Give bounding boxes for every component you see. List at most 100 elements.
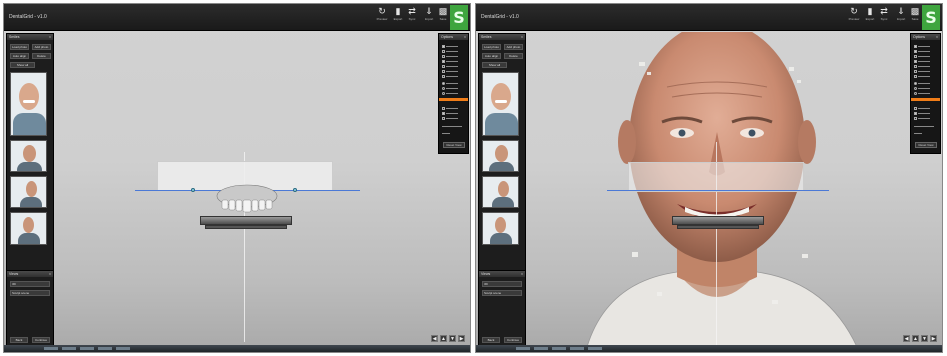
- taskbar-item[interactable]: [588, 347, 602, 350]
- check-show-measures[interactable]: [914, 116, 930, 120]
- bite-fork[interactable]: [672, 216, 764, 225]
- option-show-ruler[interactable]: [914, 69, 930, 73]
- taskbar-item[interactable]: [44, 347, 58, 350]
- option-show-planes[interactable]: [914, 59, 930, 63]
- check-show-landmarks[interactable]: [442, 106, 458, 110]
- option-lock-view[interactable]: [442, 74, 458, 78]
- 3d-viewport[interactable]: [55, 32, 435, 347]
- checkbox-icon: [442, 59, 445, 63]
- taskbar-item[interactable]: [516, 347, 530, 350]
- title-bar: DentalGrid - v1.0 ↻ Preview ▮ Export ⇄ S…: [476, 4, 942, 31]
- radio-midline[interactable]: [442, 86, 458, 90]
- photo-profile-right[interactable]: [10, 176, 47, 208]
- toolbar-sync-button[interactable]: ⇄ Sync: [404, 6, 420, 28]
- option-show-photo[interactable]: [914, 54, 930, 58]
- option-show-face-scan[interactable]: [442, 49, 458, 53]
- nav-up-icon[interactable]: ▲: [912, 335, 919, 342]
- close-icon[interactable]: x: [521, 34, 523, 40]
- toolbar-preview-button[interactable]: ↻ Preview: [846, 6, 862, 28]
- option-lock-view[interactable]: [914, 74, 930, 78]
- reset-view-button[interactable]: Reset View: [443, 142, 465, 148]
- photo-frontal-smile[interactable]: [10, 72, 47, 136]
- bite-fork[interactable]: [200, 216, 292, 225]
- sync-icon: ⇄: [408, 6, 416, 16]
- nav-down-icon[interactable]: ▼: [921, 335, 928, 342]
- app-logo[interactable]: S: [922, 5, 940, 30]
- close-icon[interactable]: x: [464, 34, 466, 40]
- add-photo-button[interactable]: Add photo: [32, 44, 51, 50]
- photo-profile-left[interactable]: [482, 212, 519, 245]
- toolbar-sync-button[interactable]: ⇄ Sync: [876, 6, 892, 28]
- taskbar-item[interactable]: [80, 347, 94, 350]
- view-3d-item[interactable]: 3D: [10, 281, 50, 287]
- toolbar-preview-button[interactable]: ↻ Preview: [374, 6, 390, 28]
- radio-occlusal-plane[interactable]: [914, 81, 930, 85]
- landmark-handle-left[interactable]: [191, 188, 195, 192]
- nav-right-icon[interactable]: ▶: [930, 335, 937, 342]
- reference-plane[interactable]: [628, 162, 804, 192]
- close-icon[interactable]: x: [49, 34, 51, 40]
- show-all-button[interactable]: Show all: [10, 62, 35, 68]
- opacity-slider[interactable]: [914, 124, 934, 128]
- nav-up-icon[interactable]: ▲: [440, 335, 447, 342]
- continue-button[interactable]: Continue: [504, 337, 522, 343]
- import-icon: ⇓: [425, 6, 433, 16]
- radio-smile-line[interactable]: [914, 91, 930, 95]
- reset-view-button[interactable]: Reset View: [915, 142, 937, 148]
- check-show-measures[interactable]: [442, 116, 458, 120]
- auto-align-button[interactable]: Auto align: [10, 53, 29, 59]
- auto-align-button[interactable]: Auto align: [482, 53, 501, 59]
- taskbar-item[interactable]: [534, 347, 548, 350]
- nav-down-icon[interactable]: ▼: [449, 335, 456, 342]
- load-photo-button[interactable]: Load photo: [10, 44, 29, 50]
- nav-left-icon[interactable]: ◀: [903, 335, 910, 342]
- view-3d-item[interactable]: 3D: [482, 281, 522, 287]
- option-show-dentition[interactable]: [442, 44, 458, 48]
- option-show-photo[interactable]: [442, 54, 458, 58]
- check-show-bite[interactable]: [914, 111, 930, 115]
- photo-frontal-rest[interactable]: [482, 140, 519, 172]
- nav-left-icon[interactable]: ◀: [431, 335, 438, 342]
- close-icon[interactable]: x: [521, 271, 523, 277]
- taskbar-item[interactable]: [98, 347, 112, 350]
- option-show-planes[interactable]: [442, 59, 458, 63]
- photo-frontal-rest[interactable]: [10, 140, 47, 172]
- taskbar-item[interactable]: [552, 347, 566, 350]
- back-button[interactable]: Back: [10, 337, 28, 343]
- option-show-guidelines[interactable]: [442, 64, 458, 68]
- show-all-button[interactable]: Show all: [482, 62, 507, 68]
- option-show-dentition[interactable]: [914, 44, 930, 48]
- check-show-bite[interactable]: [442, 111, 458, 115]
- taskbar-item[interactable]: [62, 347, 76, 350]
- add-photo-button[interactable]: Add photo: [504, 44, 523, 50]
- save-icon: ▩: [438, 6, 448, 16]
- taskbar-item[interactable]: [116, 347, 130, 350]
- load-photo-button[interactable]: Load photo: [482, 44, 501, 50]
- nav-right-icon[interactable]: ▶: [458, 335, 465, 342]
- option-show-ruler[interactable]: [442, 69, 458, 73]
- taskbar-item[interactable]: [570, 347, 584, 350]
- opacity-slider[interactable]: [442, 124, 462, 128]
- 3d-viewport[interactable]: [527, 32, 907, 347]
- app-logo[interactable]: S: [450, 5, 468, 30]
- delete-button[interactable]: Delete: [504, 53, 523, 59]
- checkbox-icon: [442, 74, 445, 78]
- option-show-face-scan[interactable]: [914, 49, 930, 53]
- photo-profile-right[interactable]: [482, 176, 519, 208]
- close-icon[interactable]: x: [936, 34, 938, 40]
- radio-midline[interactable]: [914, 86, 930, 90]
- check-show-landmarks[interactable]: [914, 106, 930, 110]
- back-button[interactable]: Back: [482, 337, 500, 343]
- dentition-model[interactable]: [212, 182, 282, 218]
- photo-frontal-smile[interactable]: [482, 72, 519, 136]
- radio-occlusal-plane[interactable]: [442, 81, 458, 85]
- photo-profile-left[interactable]: [10, 212, 47, 245]
- radio-smile-line[interactable]: [442, 91, 458, 95]
- delete-button[interactable]: Delete: [32, 53, 51, 59]
- sculpt-scene-item[interactable]: Sculpt scene: [10, 290, 50, 296]
- sculpt-scene-item[interactable]: Sculpt scene: [482, 290, 522, 296]
- landmark-handle-right[interactable]: [293, 188, 297, 192]
- close-icon[interactable]: x: [49, 271, 51, 277]
- option-show-guidelines[interactable]: [914, 64, 930, 68]
- continue-button[interactable]: Continue: [32, 337, 50, 343]
